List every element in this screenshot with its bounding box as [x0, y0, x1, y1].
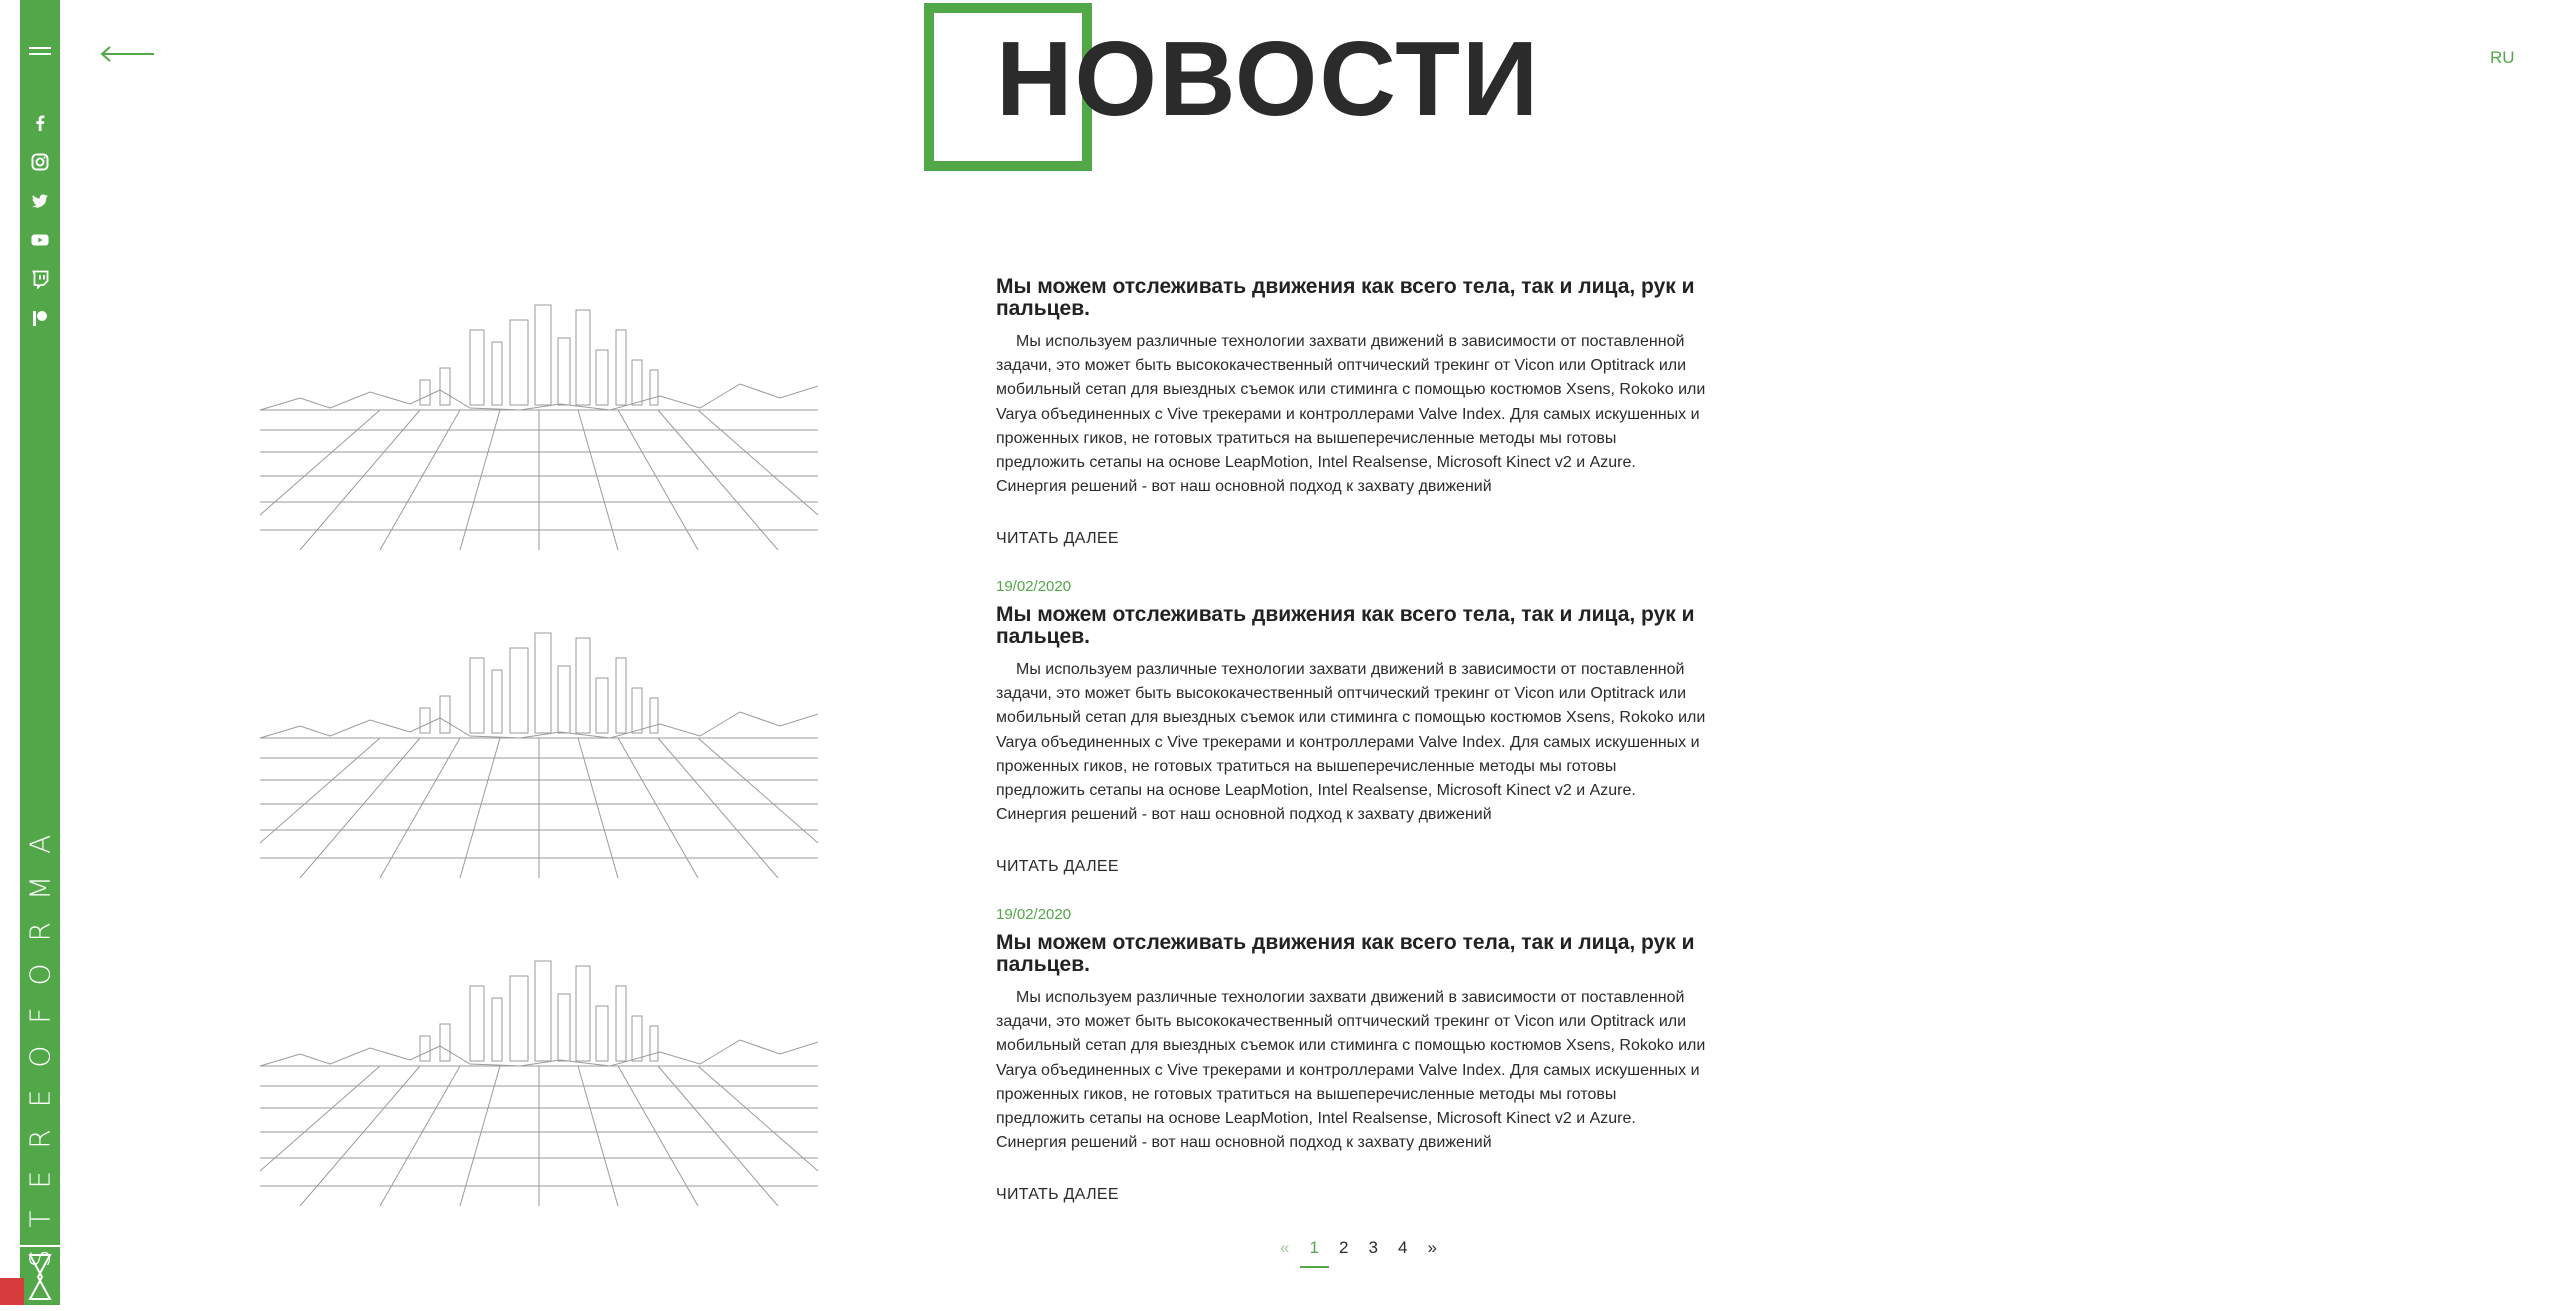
- news-image[interactable]: [219, 608, 859, 879]
- pagination-next[interactable]: »: [1418, 1238, 1448, 1268]
- news-title[interactable]: Мы можем отслеживать движения как всего …: [996, 604, 1696, 648]
- corner-badge-icon: [0, 1278, 24, 1305]
- news-image[interactable]: [219, 936, 859, 1207]
- pagination-page-2[interactable]: 2: [1329, 1238, 1359, 1268]
- pagination-page-3[interactable]: 3: [1359, 1238, 1389, 1268]
- pagination: « 1 2 3 4 »: [1270, 1238, 1447, 1268]
- pagination-page-4[interactable]: 4: [1388, 1238, 1418, 1268]
- news-body: Мы используем различные технологии захва…: [996, 661, 1706, 824]
- news-body: Мы используем различные технологии захва…: [996, 333, 1706, 496]
- news-item: 19/02/2020 Мы можем отслеживать движения…: [0, 0, 2560, 1207]
- city-grid-illustration: [219, 632, 859, 879]
- news-date: 19/02/2020: [996, 906, 1072, 923]
- news-title[interactable]: Мы можем отслеживать движения как всего …: [996, 932, 1696, 976]
- read-more-link[interactable]: ЧИТАТЬ ДАЛЕЕ: [996, 530, 1119, 548]
- pagination-prev[interactable]: «: [1270, 1238, 1300, 1268]
- pagination-page-1[interactable]: 1: [1299, 1238, 1329, 1268]
- stereoforma-logo-icon[interactable]: [20, 1245, 60, 1307]
- brand-wordmark: STEREOFORMA: [23, 812, 57, 1268]
- city-grid-illustration: [219, 960, 859, 1207]
- read-more-link[interactable]: ЧИТАТЬ ДАЛЕЕ: [996, 1186, 1119, 1204]
- read-more-link[interactable]: ЧИТАТЬ ДАЛЕЕ: [996, 858, 1119, 876]
- news-date: 19/02/2020: [996, 578, 1072, 595]
- news-body: Мы используем различные технологии захва…: [996, 989, 1706, 1152]
